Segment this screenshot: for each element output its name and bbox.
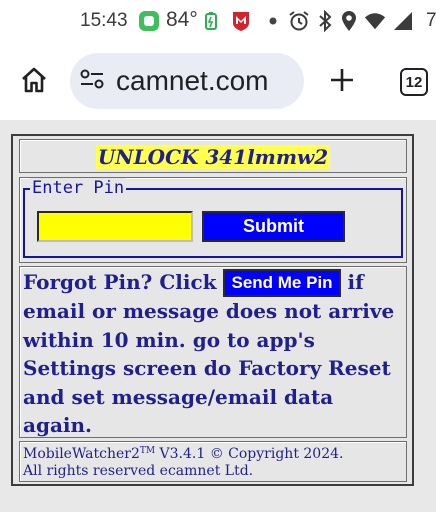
- unlock-panel: UNLOCK 341lmmw2 Enter Pin Submit Forgot …: [11, 134, 414, 486]
- pin-legend: Enter Pin: [30, 178, 127, 198]
- footer-line-2: All rights reserved ecamnet Ltd.: [23, 463, 254, 479]
- chat-app-icon: [138, 9, 160, 33]
- site-settings-button[interactable]: [78, 67, 106, 95]
- signal-icon: [392, 9, 414, 33]
- forgot-pin-message: Forgot Pin? Click Send Me Pin if email o…: [23, 268, 404, 440]
- status-temperature: 84°: [166, 8, 198, 31]
- footer-cell: MobileWatcher2TM V3.4.1 © Copyright 2024…: [19, 441, 407, 482]
- submit-button[interactable]: Submit: [202, 211, 345, 242]
- battery-percent: 7: [426, 10, 436, 31]
- title-cell: UNLOCK 341lmmw2: [19, 139, 407, 173]
- plus-icon: [328, 66, 356, 98]
- location-icon: [338, 9, 360, 33]
- footer-line-1: MobileWatcher2TM V3.4.1 © Copyright 2024…: [23, 443, 404, 463]
- url-text[interactable]: camnet.com: [116, 65, 269, 97]
- wifi-icon: [364, 9, 386, 33]
- pin-cell: Enter Pin Submit: [19, 177, 407, 263]
- status-time: 15:43: [80, 10, 128, 31]
- forgot-pin-cell: Forgot Pin? Click Send Me Pin if email o…: [19, 266, 407, 438]
- page-title: UNLOCK 341lmmw2: [95, 145, 331, 169]
- pin-fieldset: Enter Pin Submit: [23, 178, 403, 258]
- footer-app-name: MobileWatcher2: [23, 446, 140, 462]
- tab-switcher-button[interactable]: 12: [400, 68, 428, 96]
- new-tab-button[interactable]: [322, 64, 362, 100]
- status-bar: 15:43 84° 7: [0, 0, 436, 44]
- home-button[interactable]: [16, 64, 52, 100]
- alarm-icon: [288, 9, 310, 33]
- mcafee-icon: [230, 9, 252, 33]
- url-bar[interactable]: camnet.com: [70, 53, 304, 109]
- dot-icon: [262, 9, 284, 33]
- bluetooth-icon: [314, 9, 336, 33]
- footer-version-copyright: V3.4.1 © Copyright 2024.: [155, 446, 344, 462]
- trademark-mark: TM: [139, 446, 156, 456]
- home-icon: [19, 65, 49, 99]
- web-page: UNLOCK 341lmmw2 Enter Pin Submit Forgot …: [0, 120, 436, 512]
- forgot-pin-prefix: Forgot Pin? Click: [23, 270, 217, 294]
- send-me-pin-button[interactable]: Send Me Pin: [223, 269, 341, 297]
- site-settings-icon: [79, 67, 105, 95]
- battery-saver-icon: [200, 9, 222, 33]
- browser-toolbar: camnet.com 12: [0, 44, 436, 120]
- pin-input[interactable]: [37, 211, 193, 242]
